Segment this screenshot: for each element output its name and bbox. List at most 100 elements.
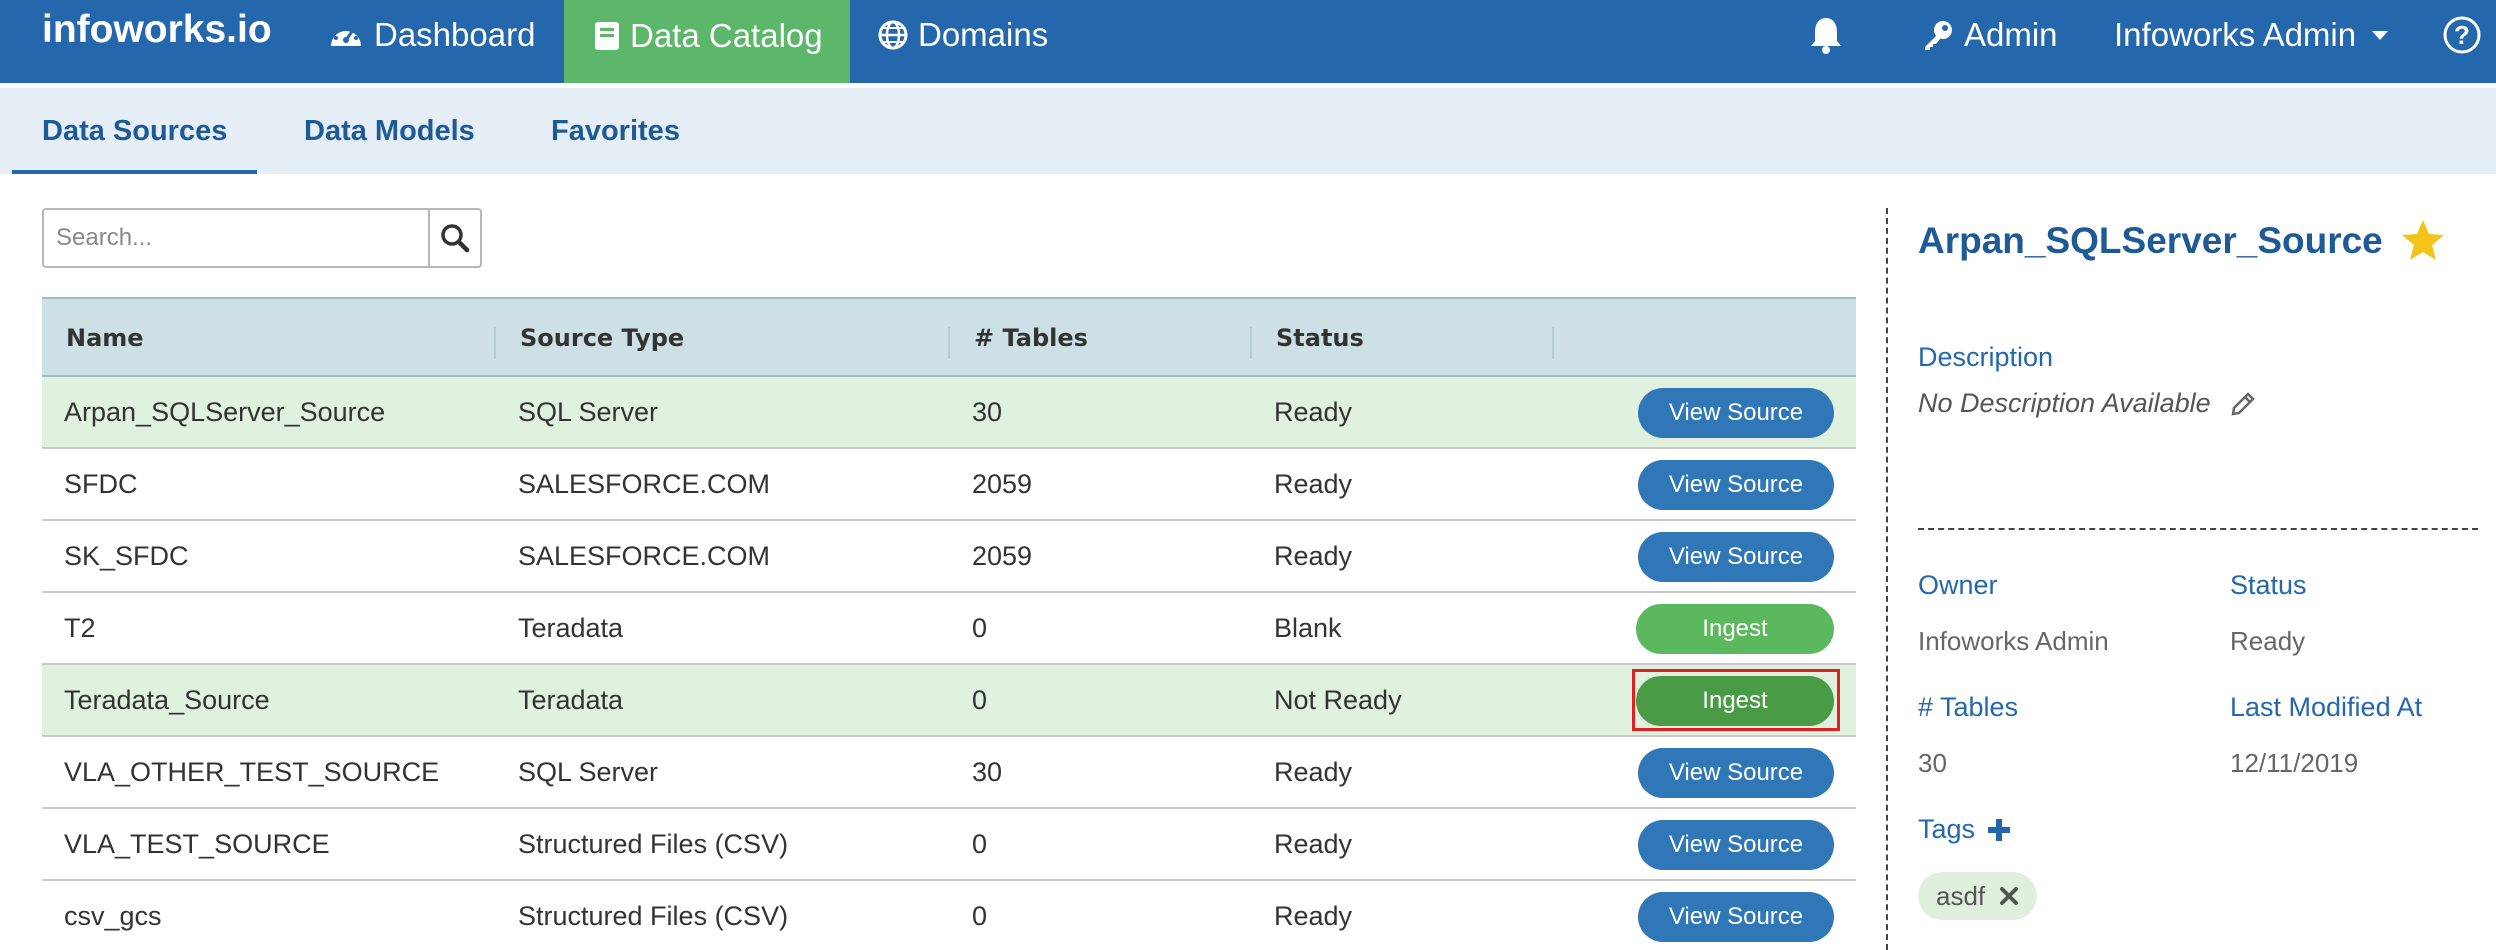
- globe-icon: [878, 20, 908, 50]
- cell-tables: 2059: [972, 541, 1033, 571]
- last-modified-label: Last Modified At: [2230, 692, 2423, 722]
- view-source-button[interactable]: View Source: [1638, 892, 1834, 942]
- table-row[interactable]: SFDC SALESFORCE.COM 2059 Ready View Sour…: [42, 449, 1856, 521]
- tag-label: asdf: [1936, 880, 1986, 911]
- cell-name: T2: [64, 613, 96, 643]
- nav-admin[interactable]: Admin: [1922, 0, 2058, 70]
- cell-name: csv_gcs: [64, 901, 162, 931]
- cell-name: VLA_TEST_SOURCE: [64, 829, 330, 859]
- tab-data-sources[interactable]: Data Sources: [11, 88, 258, 174]
- tables-label: # Tables: [1918, 692, 2019, 722]
- section-divider: [1918, 528, 2478, 530]
- help-icon: ?: [2443, 16, 2481, 54]
- table-row[interactable]: VLA_TEST_SOURCE Structured Files (CSV) 0…: [42, 809, 1856, 881]
- table-row[interactable]: Teradata_Source Teradata 0 Not Ready Ing…: [42, 665, 1856, 737]
- table-row[interactable]: Arpan_SQLServer_Source SQL Server 30 Rea…: [42, 377, 1856, 449]
- cell-source-type: SQL Server: [518, 397, 659, 427]
- user-menu-label: Infoworks Admin: [2114, 16, 2357, 53]
- column-divider: [1552, 327, 1554, 359]
- search-input[interactable]: [44, 210, 428, 266]
- pencil-icon[interactable]: [2229, 390, 2257, 418]
- cell-status: Ready: [1274, 541, 1353, 571]
- column-divider: [1250, 327, 1252, 359]
- column-header-source-type[interactable]: Source Type: [520, 299, 684, 377]
- nav-data-catalog-label: Data Catalog: [630, 16, 823, 54]
- ingest-button[interactable]: Ingest: [1636, 676, 1834, 726]
- nav-dashboard[interactable]: Dashboard: [328, 0, 535, 70]
- owner-value: Infoworks Admin: [1918, 626, 2109, 656]
- nav-domains-label: Domains: [918, 16, 1049, 53]
- column-header-name[interactable]: Name: [66, 299, 144, 377]
- description: No Description Available: [1918, 388, 2257, 419]
- cell-source-type: Structured Files (CSV): [518, 901, 789, 931]
- plus-icon[interactable]: [1987, 818, 2011, 842]
- last-modified-value: 12/11/2019: [2230, 748, 2359, 778]
- cell-tables: 2059: [972, 469, 1033, 499]
- tag-chip: asdf: [1918, 872, 2038, 920]
- table-row[interactable]: VLA_OTHER_TEST_SOURCE SQL Server 30 Read…: [42, 737, 1856, 809]
- star-icon[interactable]: [2400, 218, 2446, 262]
- tags-header: Tags: [1918, 814, 2011, 845]
- nav-domains[interactable]: Domains: [878, 0, 1048, 70]
- nav-dashboard-label: Dashboard: [374, 16, 536, 53]
- panel-divider: [1886, 208, 1888, 950]
- cell-status: Ready: [1274, 397, 1353, 427]
- user-menu[interactable]: Infoworks Admin: [2114, 0, 2389, 70]
- tab-favorites[interactable]: Favorites: [551, 88, 680, 174]
- nav-data-catalog[interactable]: Data Catalog: [564, 0, 850, 83]
- view-source-button[interactable]: View Source: [1638, 748, 1834, 798]
- cell-tables: 0: [972, 613, 988, 643]
- dashboard-icon: [331, 25, 361, 46]
- cell-tables: 0: [972, 829, 988, 859]
- cell-name: Arpan_SQLServer_Source: [64, 397, 386, 427]
- cell-status: Ready: [1274, 469, 1353, 499]
- notifications-button[interactable]: [1808, 12, 1844, 58]
- svg-text:?: ?: [2454, 20, 2470, 50]
- description-text: No Description Available: [1918, 388, 2211, 418]
- cell-status: Ready: [1274, 829, 1353, 859]
- cell-source-type: Structured Files (CSV): [518, 829, 789, 859]
- cell-name: SFDC: [64, 469, 138, 499]
- cell-tables: 0: [972, 685, 988, 715]
- caret-down-icon: [2372, 30, 2389, 40]
- book-icon: [595, 21, 619, 50]
- cell-status: Blank: [1274, 613, 1342, 643]
- cell-tables: 30: [972, 397, 1003, 427]
- top-navbar: infoworks.io Dashboard Data Catalog Doma…: [0, 0, 2496, 83]
- table-row[interactable]: SK_SFDC SALESFORCE.COM 2059 Ready View S…: [42, 521, 1856, 593]
- ingest-button[interactable]: Ingest: [1636, 604, 1834, 654]
- table-row[interactable]: T2 Teradata 0 Blank Ingest: [42, 593, 1856, 665]
- cell-status: Ready: [1274, 757, 1353, 787]
- owner-label: Owner: [1918, 570, 1998, 600]
- data-sources-table: Name Source Type # Tables Status Arpan_S…: [42, 297, 1856, 950]
- table-row[interactable]: csv_gcs Structured Files (CSV) 0 Ready V…: [42, 881, 1856, 950]
- cell-source-type: Teradata: [518, 613, 624, 643]
- column-header-status[interactable]: Status: [1276, 299, 1364, 377]
- logo[interactable]: infoworks.io: [42, 6, 272, 54]
- cell-source-type: SALESFORCE.COM: [518, 541, 771, 571]
- bell-icon: [1811, 18, 1841, 54]
- cell-source-type: SQL Server: [518, 757, 659, 787]
- view-source-button[interactable]: View Source: [1638, 388, 1834, 438]
- cell-source-type: SALESFORCE.COM: [518, 469, 771, 499]
- tables-value: 30: [1918, 748, 1947, 778]
- cell-tables: 30: [972, 757, 1003, 787]
- cell-name: Teradata_Source: [64, 685, 270, 715]
- view-source-button[interactable]: View Source: [1638, 532, 1834, 582]
- tab-data-models[interactable]: Data Models: [304, 88, 475, 174]
- subtab-bar: Data Sources Data Models Favorites: [0, 88, 2496, 174]
- nav-admin-label: Admin: [1964, 16, 2058, 53]
- cell-status: Not Ready: [1274, 685, 1402, 715]
- cell-tables: 0: [972, 901, 988, 931]
- column-header-tables[interactable]: # Tables: [974, 299, 1088, 377]
- search-button[interactable]: [428, 210, 480, 266]
- key-icon: [1925, 21, 1952, 50]
- cell-name: VLA_OTHER_TEST_SOURCE: [64, 757, 440, 787]
- close-icon[interactable]: [1999, 886, 2019, 906]
- view-source-button[interactable]: View Source: [1638, 460, 1834, 510]
- status-value: Ready: [2230, 626, 2306, 656]
- status-label: Status: [2230, 570, 2307, 600]
- cell-status: Ready: [1274, 901, 1353, 931]
- view-source-button[interactable]: View Source: [1638, 820, 1834, 870]
- help-button[interactable]: ?: [2442, 0, 2482, 70]
